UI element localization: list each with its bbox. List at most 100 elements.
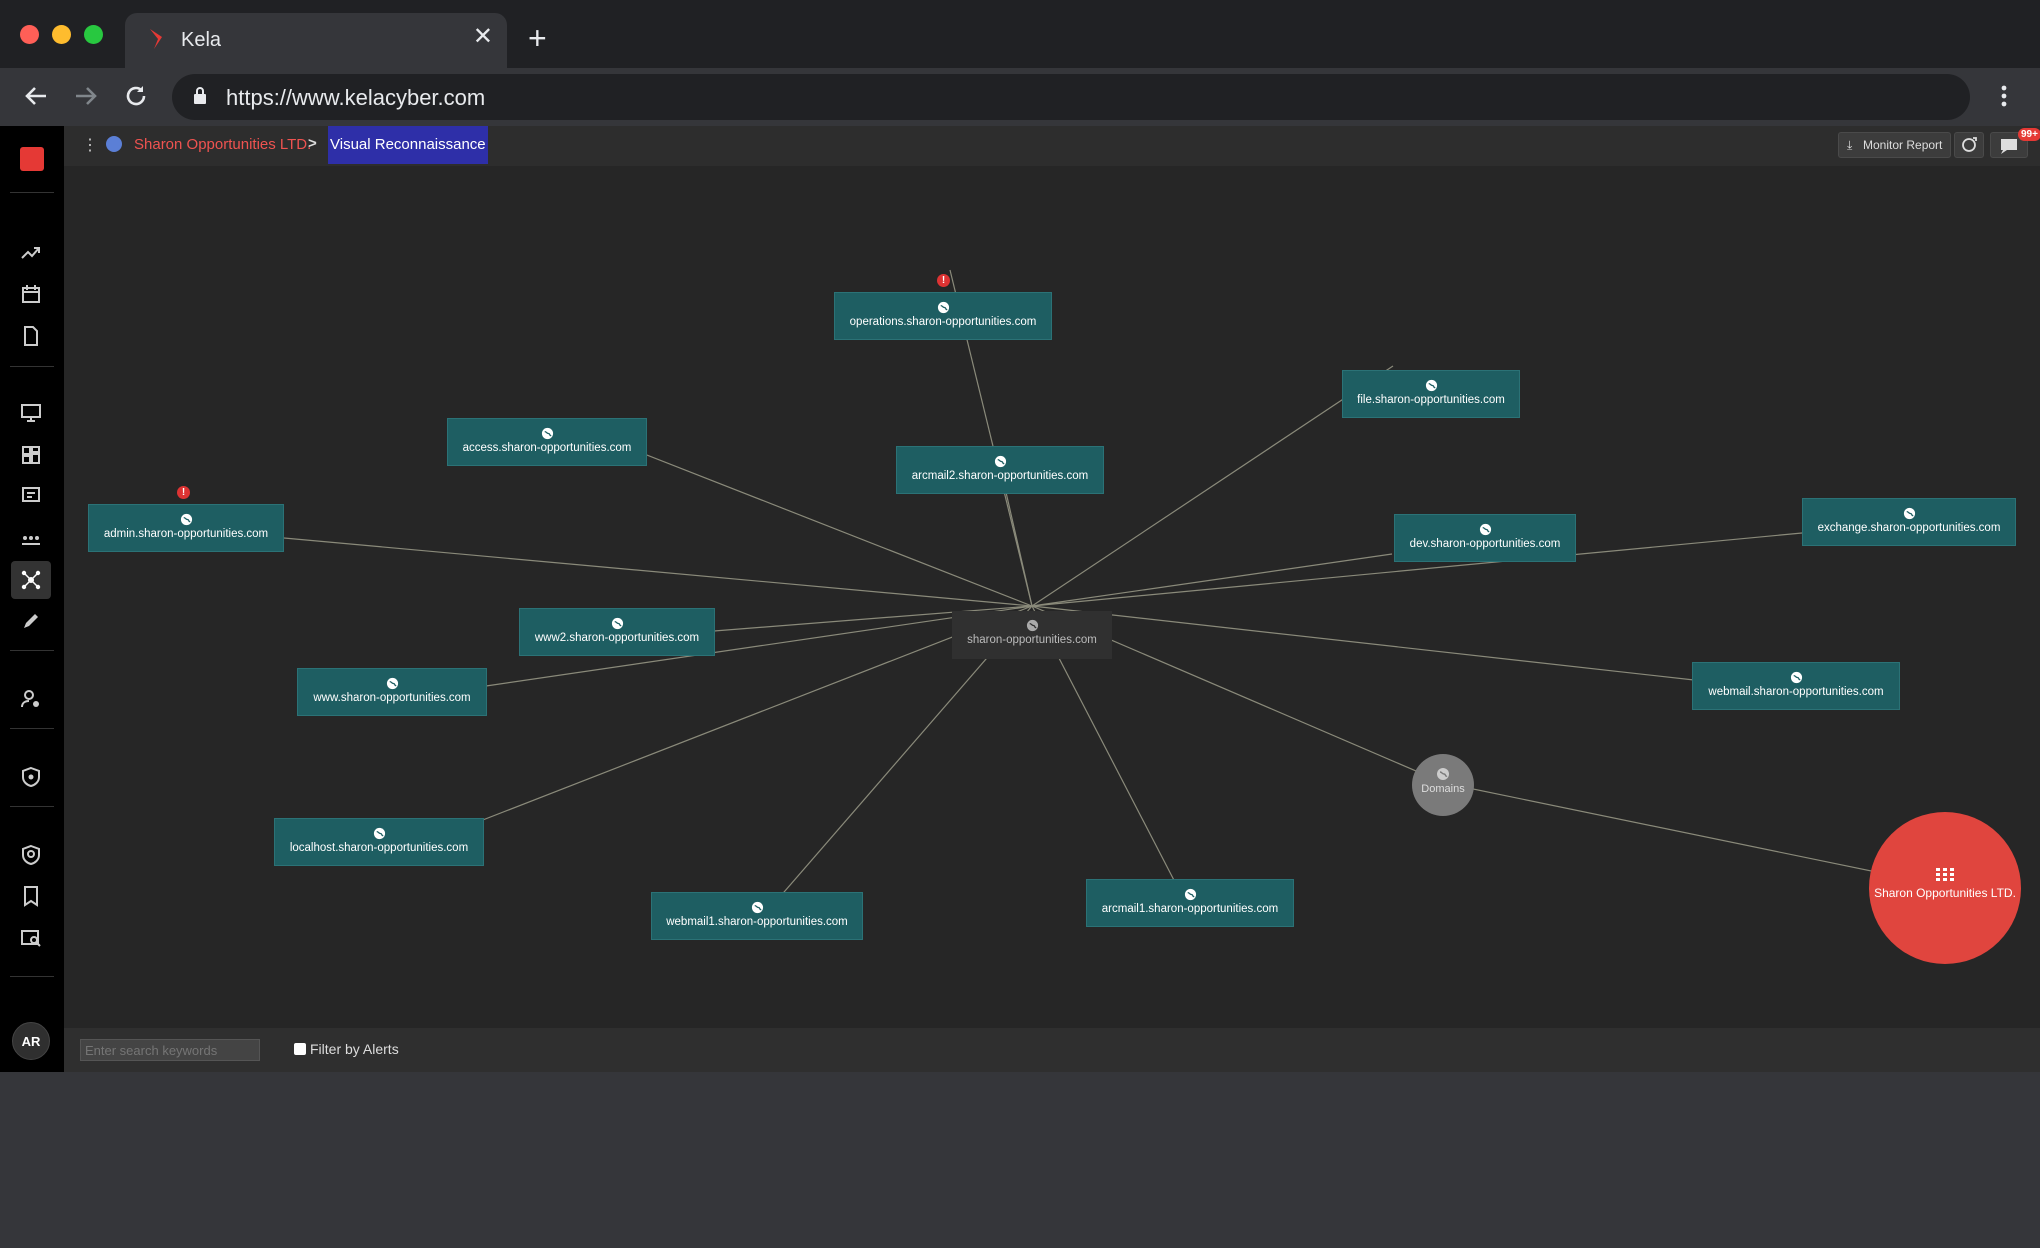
globe-icon <box>937 301 949 314</box>
shield-star-icon[interactable] <box>18 764 44 790</box>
network-graph-icon[interactable] <box>18 567 44 593</box>
user-settings-icon[interactable] <box>18 686 44 712</box>
kela-favicon-icon <box>150 29 162 49</box>
browser-toolbar: https://www.kelacyber.com <box>0 68 2040 126</box>
app-root: AR ⋮ Sharon Opportunities LTD. > Visual … <box>0 126 2040 1072</box>
graph-node[interactable]: admin.sharon-opportunities.com <box>88 504 284 552</box>
document-icon[interactable] <box>18 323 44 349</box>
back-arrow-icon[interactable] <box>22 82 50 110</box>
graph-node[interactable]: webmail1.sharon-opportunities.com <box>651 892 863 940</box>
pencil-icon[interactable] <box>18 608 44 634</box>
graph-node-label: www.sharon-opportunities.com <box>313 692 471 704</box>
maximize-window-button[interactable] <box>84 25 103 44</box>
password-icon[interactable] <box>18 525 44 551</box>
graph-node[interactable]: access.sharon-opportunities.com <box>447 418 647 466</box>
kela-logo-icon[interactable] <box>20 147 44 171</box>
graph-canvas[interactable]: ! ! operations.sharon-opportunities.com … <box>64 166 2040 1028</box>
trending-icon[interactable] <box>18 240 44 266</box>
image-search-icon[interactable] <box>18 925 44 951</box>
calendar-icon[interactable] <box>18 281 44 307</box>
graph-edge <box>1031 605 1695 681</box>
page-header: ⋮ Sharon Opportunities LTD. > Visual Rec… <box>64 126 2040 166</box>
sidebar-divider <box>10 192 54 193</box>
graph-node[interactable]: arcmail2.sharon-opportunities.com <box>896 446 1104 494</box>
breadcrumb-org-link[interactable]: Sharon Opportunities LTD. <box>134 136 311 153</box>
globe-icon <box>386 677 398 690</box>
globe-icon <box>751 901 763 914</box>
globe-icon <box>611 617 623 630</box>
graph-node-label: arcmail1.sharon-opportunities.com <box>1101 903 1279 915</box>
graph-node[interactable]: www.sharon-opportunities.com <box>297 668 487 716</box>
graph-edge <box>283 537 1033 607</box>
globe-icon <box>994 455 1006 468</box>
close-window-button[interactable] <box>20 25 39 44</box>
organization-node[interactable]: Sharon Opportunities LTD. <box>1869 812 2021 964</box>
globe-icon <box>1903 507 1915 520</box>
monitor-report-button[interactable]: ⤓ Monitor Report <box>1838 132 1952 158</box>
tab-title: Kela <box>181 29 222 51</box>
graph-node[interactable]: exchange.sharon-opportunities.com <box>1802 498 2016 546</box>
graph-filter-bar: Filter by Alerts <box>64 1028 2040 1072</box>
graph-node-label: localhost.sharon-opportunities.com <box>289 842 469 854</box>
graph-edge <box>1031 553 1393 607</box>
org-lock-icon <box>106 136 122 152</box>
dashboard-icon[interactable] <box>18 442 44 468</box>
close-tab-icon[interactable]: ✕ <box>473 25 493 49</box>
graph-node[interactable]: operations.sharon-opportunities.com <box>834 292 1052 340</box>
monitor-report-label: Monitor Report <box>1863 138 1943 152</box>
graph-node-label: file.sharon-opportunities.com <box>1357 394 1505 406</box>
reload-icon[interactable] <box>122 82 150 110</box>
root-domain-node[interactable]: sharon-opportunities.com <box>952 611 1112 659</box>
sidebar-divider <box>10 366 54 367</box>
shield-icon[interactable] <box>18 842 44 868</box>
search-input[interactable] <box>80 1039 260 1061</box>
graph-node-label: admin.sharon-opportunities.com <box>103 528 269 540</box>
globe-icon <box>180 513 192 526</box>
bookmark-icon[interactable] <box>18 883 44 909</box>
breadcrumb-current-page: Visual Reconnaissance <box>328 126 488 164</box>
globe-icon <box>1479 523 1491 536</box>
refresh-graph-button[interactable] <box>1954 132 1984 158</box>
new-tab-button[interactable]: + <box>528 22 547 54</box>
grid-icon <box>1936 868 1954 881</box>
alert-icon[interactable]: ! <box>177 486 190 499</box>
browser-menu-icon[interactable] <box>2000 82 2008 110</box>
alert-icon[interactable]: ! <box>937 274 950 287</box>
user-avatar[interactable]: AR <box>12 1022 50 1060</box>
browser-tab[interactable]: Kela ✕ <box>125 13 507 68</box>
forward-arrow-icon[interactable] <box>72 82 100 110</box>
root-domain-label: sharon-opportunities.com <box>967 634 1097 646</box>
graph-node[interactable]: localhost.sharon-opportunities.com <box>274 818 484 866</box>
notification-badge: 99+ <box>2018 128 2040 141</box>
chat-icon[interactable] <box>18 483 44 509</box>
breadcrumb-separator-icon: > <box>308 135 317 152</box>
sidebar-divider <box>10 806 54 807</box>
globe-icon <box>1425 379 1437 392</box>
domains-group-node[interactable]: Domains <box>1412 754 1474 816</box>
graph-node-label: operations.sharon-opportunities.com <box>849 316 1037 328</box>
url-text: https://www.kelacyber.com <box>226 85 486 110</box>
graph-node-label: www2.sharon-opportunities.com <box>534 632 700 644</box>
graph-node[interactable]: www2.sharon-opportunities.com <box>519 608 715 656</box>
graph-node[interactable]: dev.sharon-opportunities.com <box>1394 514 1576 562</box>
graph-node-label: dev.sharon-opportunities.com <box>1409 538 1561 550</box>
globe-icon <box>1790 671 1802 684</box>
more-vert-icon[interactable]: ⋮ <box>82 138 98 154</box>
graph-edge <box>1443 782 1945 887</box>
graph-node-label: arcmail2.sharon-opportunities.com <box>911 470 1089 482</box>
domains-label: Domains <box>1421 783 1465 795</box>
refresh-icon <box>1962 137 1977 152</box>
graph-edges <box>283 269 1945 900</box>
graph-node[interactable]: file.sharon-opportunities.com <box>1342 370 1520 418</box>
minimize-window-button[interactable] <box>52 25 71 44</box>
graph-node[interactable]: arcmail1.sharon-opportunities.com <box>1086 879 1294 927</box>
address-bar[interactable]: https://www.kelacyber.com <box>172 74 1970 120</box>
globe-icon <box>1184 888 1196 901</box>
monitor-icon[interactable] <box>18 400 44 426</box>
graph-node-label: exchange.sharon-opportunities.com <box>1817 522 2001 534</box>
globe-icon <box>541 427 553 440</box>
filter-alerts-label: Filter by Alerts <box>310 1041 399 1057</box>
filter-alerts-checkbox[interactable] <box>294 1043 306 1055</box>
sidebar-divider <box>10 650 54 651</box>
graph-node[interactable]: webmail.sharon-opportunities.com <box>1692 662 1900 710</box>
